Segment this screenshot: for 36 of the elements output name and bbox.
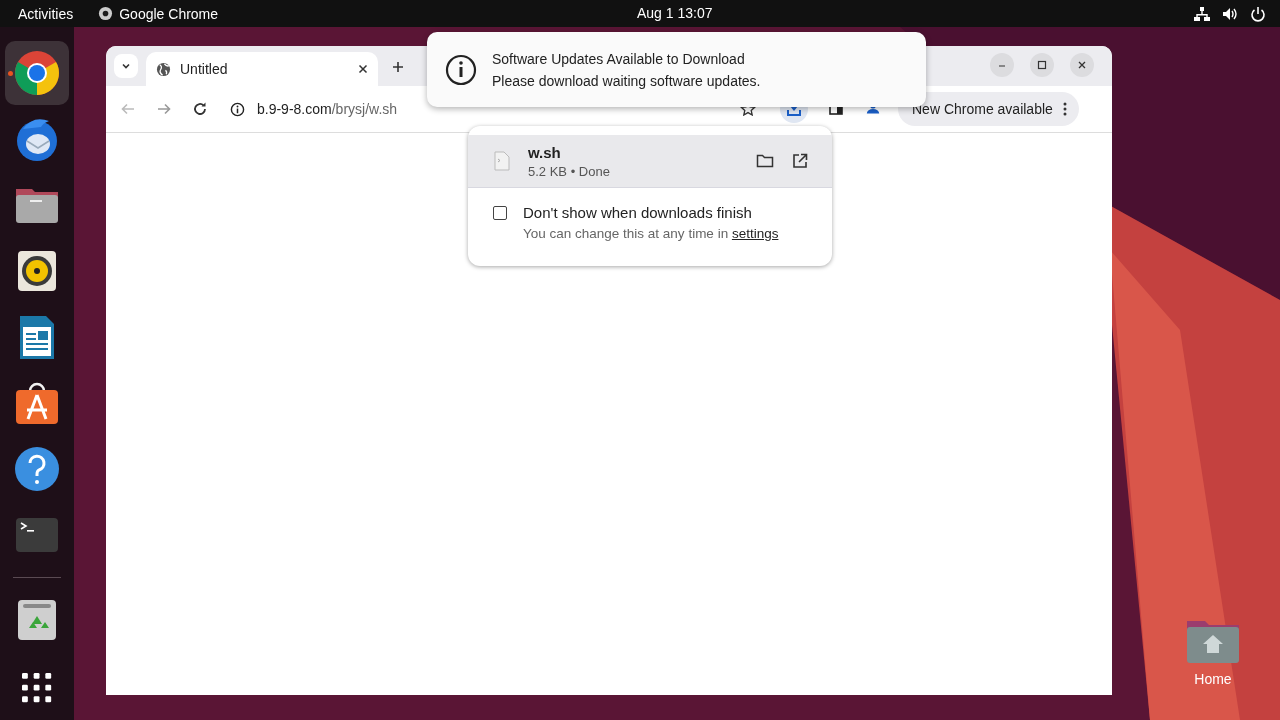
info-icon[interactable] (230, 101, 245, 117)
network-icon[interactable] (1194, 5, 1210, 22)
more-icon (1062, 101, 1067, 117)
notification-title: Software Updates Available to Download (492, 50, 746, 67)
close-icon (1077, 60, 1087, 70)
close-icon[interactable] (358, 64, 368, 74)
checkbox-label[interactable]: Don't show when downloads finish (523, 204, 779, 221)
notification[interactable]: Software Updates Available to Download Please download waiting software updates. (427, 32, 926, 107)
checkbox[interactable] (493, 206, 507, 220)
activities-button[interactable]: Activities (18, 5, 74, 22)
file-icon (494, 151, 510, 171)
download-status: 5.2 KB • Done (528, 163, 610, 179)
file-name: w.sh (528, 143, 562, 161)
settings-link[interactable]: settings (731, 226, 779, 241)
app-menu[interactable]: Google Chrome (119, 5, 219, 22)
close-button[interactable] (1070, 53, 1094, 77)
help-icon (13, 445, 61, 493)
reload-icon[interactable] (192, 101, 208, 117)
settings-hint: You can change this at any time in settings (523, 226, 779, 241)
maximize-icon (1037, 60, 1047, 70)
maximize-button[interactable] (1030, 53, 1054, 77)
chevron-down-icon (121, 61, 131, 71)
desktop-icon-label[interactable]: Home (1194, 671, 1232, 687)
notification-body: Please download waiting software updates. (492, 72, 761, 89)
clock[interactable]: Aug 1 13:07 (637, 5, 713, 21)
plus-icon (392, 61, 404, 73)
download-item[interactable]: w.sh 5.2 KB • Done (468, 135, 832, 188)
browser-tab[interactable]: Untitled (146, 52, 378, 86)
tab-search-button[interactable] (114, 54, 138, 78)
info-icon (445, 53, 477, 86)
globe-icon (156, 61, 171, 77)
folder-icon[interactable] (756, 153, 774, 169)
dock-item[interactable] (5, 41, 69, 105)
power-icon[interactable] (1250, 5, 1266, 22)
open-external-icon[interactable] (792, 153, 808, 169)
forward-icon[interactable] (156, 101, 172, 117)
